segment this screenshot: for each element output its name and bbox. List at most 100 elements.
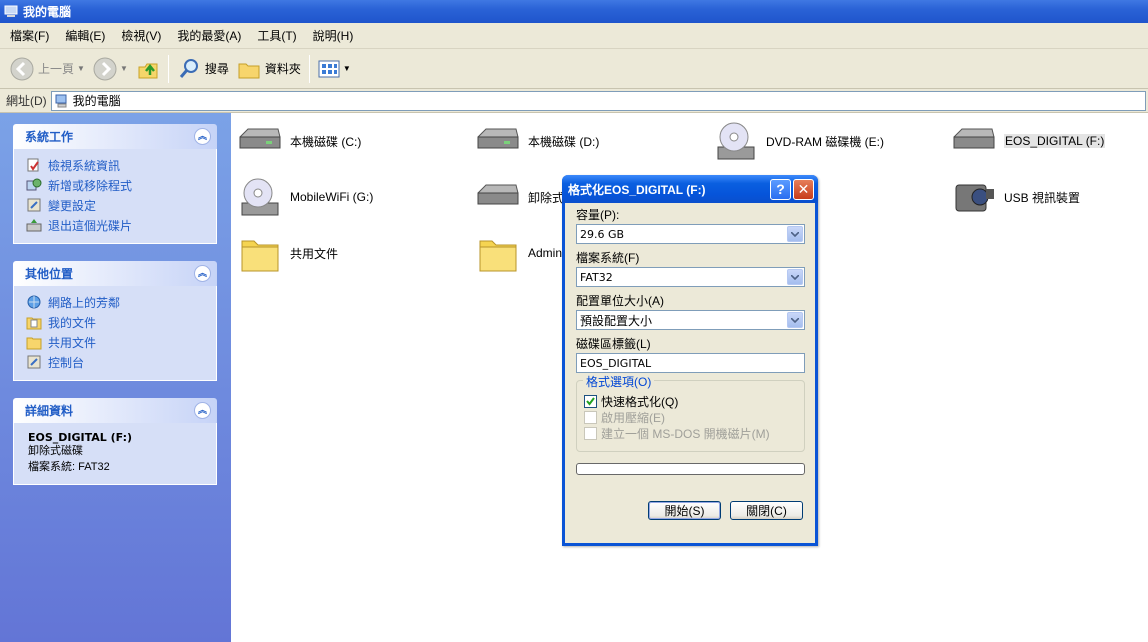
views-icon — [318, 60, 340, 77]
drive-removable[interactable]: 卸除式 — [474, 173, 564, 221]
eject-icon — [26, 219, 42, 232]
window-titlebar[interactable]: 我的電腦 — [0, 0, 1148, 23]
menu-favorites[interactable]: 我的最愛(A) — [171, 27, 247, 44]
folders-button[interactable]: 資料夾 — [233, 53, 305, 85]
back-dropdown-icon[interactable]: ▼ — [77, 64, 85, 73]
chevron-down-icon[interactable] — [787, 269, 803, 285]
task-add-remove-programs[interactable]: 新增或移除程式 — [26, 175, 206, 195]
removable-drive-icon — [953, 128, 995, 149]
drive-label: 卸除式 — [528, 190, 565, 205]
place-label: 網路上的芳鄰 — [48, 295, 121, 310]
chevron-down-icon[interactable] — [787, 312, 803, 328]
place-shared-documents[interactable]: 共用文件 — [26, 332, 206, 352]
address-input[interactable]: 我的電腦 — [50, 90, 1146, 111]
drive-g[interactable]: MobileWiFi (G:) — [236, 173, 373, 221]
drive-label: MobileWiFi (G:) — [290, 190, 374, 204]
folder-admin[interactable]: Admini — [474, 229, 565, 277]
my-documents-icon — [26, 317, 42, 330]
window-title: 我的電腦 — [23, 5, 72, 19]
volume-label-label: 磁碟區標籤(L) — [576, 337, 651, 351]
format-options-group: 格式選項(O) 快速格式化(Q) 啟用壓縮(E) 建立一個 MS-DOS 開機磁… — [576, 373, 805, 452]
format-dialog: 格式化EOS_DIGITAL (F:) ? ✕ 容量(P): 29.6 GB 檔… — [562, 175, 818, 546]
menu-edit[interactable]: 編輯(E) — [59, 27, 111, 44]
details-body: EOS_DIGITAL (F:) 卸除式磁碟 檔案系統: FAT32 — [13, 423, 217, 485]
allocation-select[interactable]: 預設配置大小 — [576, 310, 805, 330]
close-dialog-button[interactable]: 關閉(C) — [730, 501, 803, 520]
drive-f[interactable]: EOS_DIGITAL (F:) — [950, 117, 1106, 165]
drive-label: DVD-RAM 磁碟機 (E:) — [766, 134, 884, 149]
my-computer-icon — [4, 5, 18, 17]
folder-label: Admini — [528, 246, 565, 260]
details-header[interactable]: 詳細資料 ︽ — [13, 398, 217, 423]
enable-compression-checkbox[interactable]: 啟用壓縮(E) — [584, 409, 796, 425]
filesystem-select[interactable]: FAT32 — [576, 267, 805, 287]
views-button[interactable]: ▼ — [314, 53, 355, 85]
filesystem-value: FAT32 — [580, 270, 613, 284]
close-button[interactable]: ✕ — [793, 178, 814, 200]
back-button[interactable]: 上一頁 ▼ — [6, 53, 89, 85]
views-dropdown-icon[interactable]: ▼ — [343, 64, 351, 73]
search-label: 搜尋 — [204, 62, 229, 76]
drive-d[interactable]: 本機磁碟 (D:) — [474, 117, 599, 165]
folders-label: 資料夾 — [264, 62, 301, 76]
allocation-value: 預設配置大小 — [580, 313, 653, 328]
drive-e[interactable]: DVD-RAM 磁碟機 (E:) — [712, 117, 884, 165]
details-drive-name: EOS_DIGITAL (F:) — [28, 431, 133, 444]
quick-format-checkbox[interactable]: 快速格式化(Q) — [584, 393, 796, 409]
volume-label-input[interactable]: EOS_DIGITAL — [576, 353, 805, 373]
format-dialog-body: 容量(P): 29.6 GB 檔案系統(F) FAT32 配置單位大小(A) 預… — [565, 203, 815, 520]
details-drive-type: 卸除式磁碟 — [28, 445, 83, 457]
usb-video-device[interactable]: USB 視訊裝置 — [950, 173, 1080, 221]
system-info-icon — [27, 158, 39, 172]
other-places-body: 網路上的芳鄰 我的文件 共用文件 控制台 — [13, 286, 217, 381]
hard-drive-icon — [239, 128, 281, 149]
other-places-header[interactable]: 其他位置 ︽ — [13, 261, 217, 286]
filesystem-label: 檔案系統(F) — [576, 251, 640, 265]
system-tasks-panel: 系統工作 ︽ 檢視系統資訊 新增或移除程式 變更設定 退出這個光碟片 — [13, 124, 217, 244]
format-options-title: 格式選項(O) — [583, 373, 655, 390]
folder-icon — [26, 337, 42, 350]
checkbox-icon[interactable] — [584, 426, 597, 440]
toolbar-separator — [308, 54, 310, 83]
menu-help[interactable]: 說明(H) — [307, 27, 360, 44]
search-button[interactable]: 搜尋 — [173, 53, 233, 85]
collapse-chevron-icon[interactable]: ︽ — [194, 265, 211, 282]
drive-c[interactable]: 本機磁碟 (C:) — [236, 117, 361, 165]
msdos-startup-checkbox[interactable]: 建立一個 MS-DOS 開機磁片(M) — [584, 425, 796, 441]
place-control-panel[interactable]: 控制台 — [26, 352, 206, 372]
control-panel-icon — [27, 198, 41, 212]
details-filesystem: 檔案系統: FAT32 — [28, 461, 110, 473]
system-tasks-header[interactable]: 系統工作 ︽ — [13, 124, 217, 149]
format-dialog-title: 格式化EOS_DIGITAL (F:) — [568, 182, 706, 197]
task-view-system-info[interactable]: 檢視系統資訊 — [26, 155, 206, 175]
place-network[interactable]: 網路上的芳鄰 — [26, 292, 206, 312]
task-eject-disc[interactable]: 退出這個光碟片 — [26, 215, 206, 235]
help-button[interactable]: ? — [770, 178, 791, 200]
folder-icon — [241, 240, 279, 272]
chevron-down-icon[interactable] — [787, 226, 803, 242]
task-change-settings[interactable]: 變更設定 — [26, 195, 206, 215]
menu-file[interactable]: 檔案(F) — [4, 27, 55, 44]
folder-shared-documents[interactable]: 共用文件 — [236, 229, 338, 277]
task-label: 新增或移除程式 — [48, 178, 133, 193]
forward-arrow-icon — [93, 57, 117, 80]
details-panel: 詳細資料 ︽ EOS_DIGITAL (F:) 卸除式磁碟 檔案系統: FAT3… — [13, 398, 217, 485]
menu-tools[interactable]: 工具(T) — [251, 27, 302, 44]
capacity-select[interactable]: 29.6 GB — [576, 224, 805, 244]
format-dialog-titlebar[interactable]: 格式化EOS_DIGITAL (F:) ? ✕ — [562, 175, 818, 203]
other-places-title: 其他位置 — [25, 267, 74, 281]
forward-dropdown-icon[interactable]: ▼ — [120, 64, 128, 73]
checkbox-icon[interactable] — [584, 410, 597, 424]
up-button[interactable] — [132, 53, 164, 85]
collapse-chevron-icon[interactable]: ︽ — [194, 128, 211, 145]
collapse-chevron-icon[interactable]: ︽ — [194, 402, 211, 419]
place-my-documents[interactable]: 我的文件 — [26, 312, 206, 332]
menu-view[interactable]: 檢視(V) — [115, 27, 167, 44]
start-button[interactable]: 開始(S) — [648, 501, 721, 520]
add-remove-programs-icon — [26, 178, 42, 191]
checkbox-checked-icon[interactable] — [584, 394, 597, 408]
forward-button[interactable]: ▼ — [89, 53, 132, 85]
place-label: 控制台 — [48, 355, 85, 370]
msdos-startup-label: 建立一個 MS-DOS 開機磁片(M) — [601, 426, 770, 441]
control-panel-icon — [27, 355, 41, 369]
